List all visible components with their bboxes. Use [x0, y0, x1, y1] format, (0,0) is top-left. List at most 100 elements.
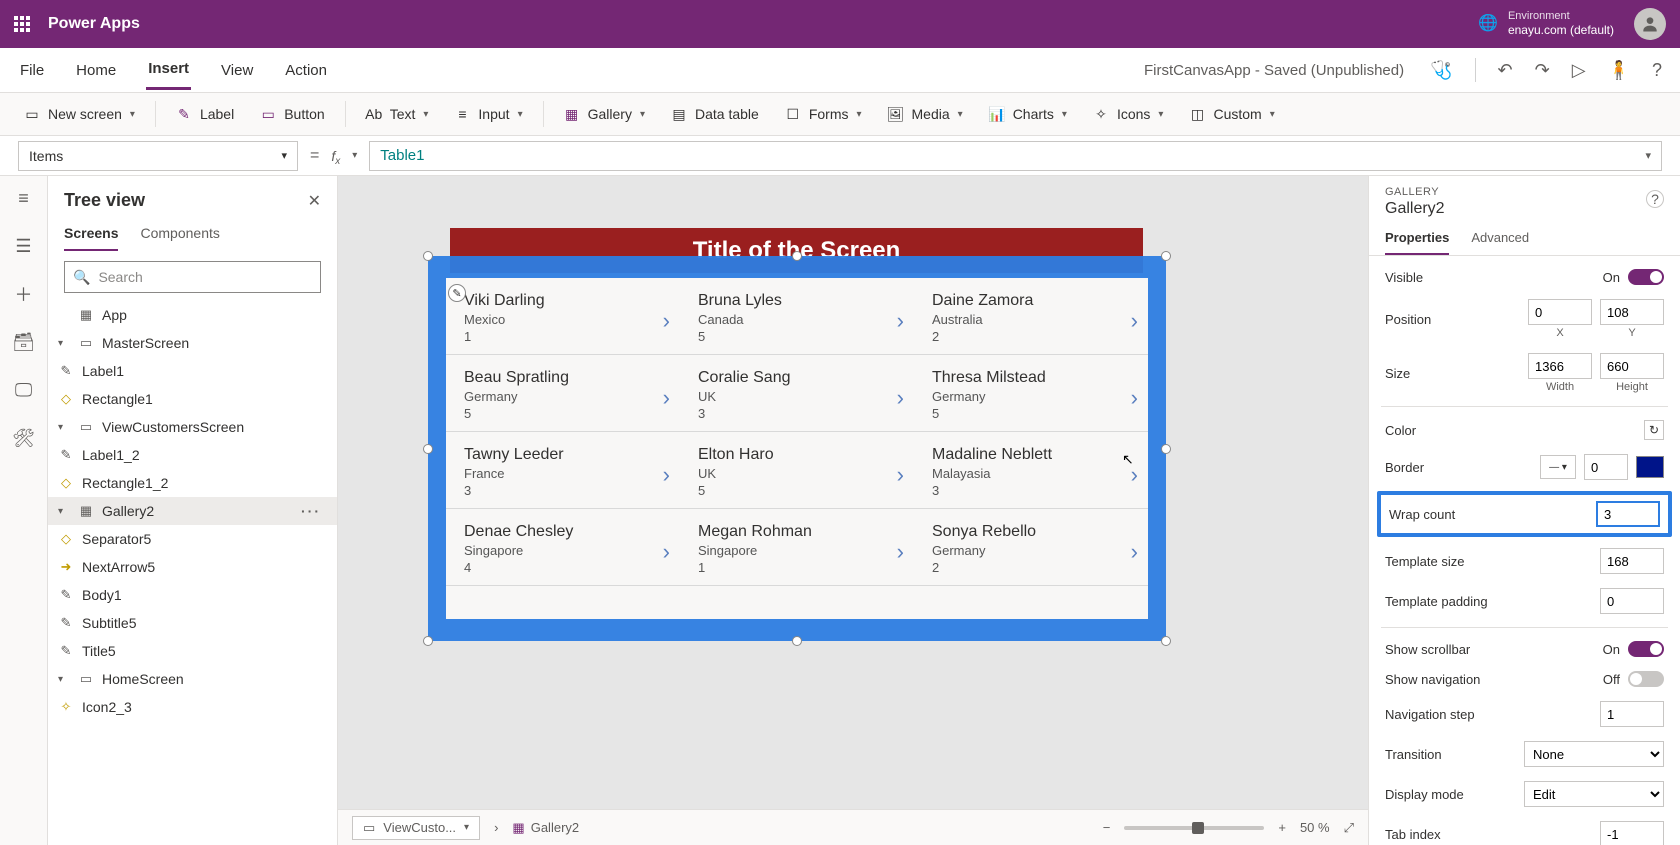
gallery2-control[interactable]: Viki DarlingMexico1›✎Bruna LylesCanada5›…	[446, 278, 1148, 619]
tree-node-app[interactable]: ▦App	[48, 301, 337, 329]
breadcrumb-screen[interactable]: ▭ ViewCusto... ▾	[352, 816, 480, 840]
help-icon[interactable]: ?	[1652, 60, 1662, 81]
menu-file[interactable]: File	[18, 52, 46, 89]
app-launcher-icon[interactable]	[14, 16, 30, 32]
tree-node-title5[interactable]: ✎Title5	[48, 637, 337, 665]
gallery-item[interactable]: Denae ChesleySingapore4›	[446, 509, 680, 586]
chevron-down-icon[interactable]: ▾	[352, 150, 357, 161]
breadcrumb-selection[interactable]: Gallery2	[531, 820, 579, 835]
next-arrow-icon[interactable]: ›	[897, 539, 904, 565]
charts-menu[interactable]: 📊Charts▾	[983, 102, 1073, 126]
next-arrow-icon[interactable]: ›	[897, 462, 904, 488]
width-input[interactable]	[1528, 353, 1592, 379]
text-menu[interactable]: AbText▾	[360, 102, 435, 126]
gallery-item[interactable]: Thresa MilsteadGermany5›	[914, 355, 1148, 432]
template-padding-input[interactable]	[1600, 588, 1664, 614]
next-arrow-icon[interactable]: ›	[1131, 539, 1138, 565]
formula-input[interactable]: Table1 ▾	[369, 141, 1662, 171]
display-mode-select[interactable]: Edit	[1524, 781, 1664, 807]
tree-node-body1[interactable]: ✎Body1	[48, 581, 337, 609]
gallery-item[interactable]: Daine ZamoraAustralia2›	[914, 278, 1148, 355]
hamburger-icon[interactable]: ≡	[10, 184, 38, 212]
data-table-button[interactable]: ▤Data table	[665, 102, 765, 126]
resize-handle[interactable]	[792, 636, 802, 646]
next-arrow-icon[interactable]: ›	[663, 462, 670, 488]
resize-handle[interactable]	[792, 251, 802, 261]
tree-node-masterscreen[interactable]: ▾▭MasterScreen	[48, 329, 337, 357]
menu-insert[interactable]: Insert	[146, 50, 191, 90]
property-selector[interactable]: Items ▾	[18, 141, 298, 171]
resize-handle[interactable]	[423, 251, 433, 261]
tree-view-icon[interactable]: ☰	[10, 232, 38, 260]
tab-advanced[interactable]: Advanced	[1471, 222, 1529, 255]
border-width-input[interactable]	[1584, 454, 1628, 480]
more-icon[interactable]: ···	[301, 503, 327, 519]
visible-toggle[interactable]	[1628, 269, 1664, 285]
tree-node-viewcustomers[interactable]: ▾▭ViewCustomersScreen	[48, 413, 337, 441]
resize-handle[interactable]	[423, 636, 433, 646]
tree-node-rectangle1[interactable]: ◇Rectangle1	[48, 385, 337, 413]
gallery-item[interactable]: Madaline NeblettMalayasia3›	[914, 432, 1148, 509]
resize-handle[interactable]	[1161, 251, 1171, 261]
tree-node-subtitle5[interactable]: ✎Subtitle5	[48, 609, 337, 637]
redo-icon[interactable]: ↷	[1535, 60, 1550, 81]
button-button[interactable]: ▭Button	[254, 102, 330, 126]
tab-screens[interactable]: Screens	[64, 217, 118, 251]
gallery-item[interactable]: Elton HaroUK5›	[680, 432, 914, 509]
height-input[interactable]	[1600, 353, 1664, 379]
next-arrow-icon[interactable]: ›	[1131, 385, 1138, 411]
tree-node-rectangle1-2[interactable]: ◇Rectangle1_2	[48, 469, 337, 497]
resize-handle[interactable]	[1161, 636, 1171, 646]
add-icon[interactable]: ＋	[10, 280, 38, 308]
position-x-input[interactable]	[1528, 299, 1592, 325]
chevron-down-icon[interactable]: ▾	[58, 674, 70, 685]
menu-action[interactable]: Action	[283, 52, 329, 89]
gallery-item[interactable]: Coralie SangUK3›	[680, 355, 914, 432]
next-arrow-icon[interactable]: ›	[897, 385, 904, 411]
canvas[interactable]: Title of the Screen Viki DarlingMexico1›…	[338, 176, 1368, 845]
zoom-slider[interactable]	[1124, 826, 1264, 830]
wrap-count-input[interactable]	[1596, 501, 1660, 527]
tree-node-icon2-3[interactable]: ✧Icon2_3	[48, 693, 337, 721]
play-icon[interactable]: ▷	[1572, 60, 1586, 81]
show-navigation-toggle[interactable]	[1628, 671, 1664, 687]
tab-index-input[interactable]	[1600, 821, 1664, 845]
tree-node-label1-2[interactable]: ✎Label1_2	[48, 441, 337, 469]
next-arrow-icon[interactable]: ›	[663, 308, 670, 334]
user-avatar[interactable]	[1634, 8, 1666, 40]
share-icon[interactable]: 🧍	[1608, 60, 1630, 81]
next-arrow-icon[interactable]: ›	[663, 385, 670, 411]
transition-select[interactable]: None	[1524, 741, 1664, 767]
fit-screen-icon[interactable]: ⤢	[1344, 820, 1354, 836]
position-y-input[interactable]	[1600, 299, 1664, 325]
zoom-in-icon[interactable]: +	[1278, 820, 1286, 835]
tree-node-nextarrow5[interactable]: ➜NextArrow5	[48, 553, 337, 581]
chevron-down-icon[interactable]: ▾	[58, 338, 70, 349]
tree-node-gallery2[interactable]: ▾▦Gallery2···	[48, 497, 337, 525]
media-rail-icon[interactable]: 🖵	[10, 376, 38, 404]
undo-icon[interactable]: ↶	[1498, 60, 1513, 81]
chevron-down-icon[interactable]: ▾	[58, 422, 70, 433]
fx-icon[interactable]: fx	[331, 148, 340, 164]
menu-home[interactable]: Home	[74, 52, 118, 89]
app-checker-icon[interactable]: 🩺	[1430, 60, 1452, 81]
new-screen-button[interactable]: ▭New screen▾	[18, 102, 141, 126]
search-input[interactable]: 🔍 Search	[64, 261, 321, 293]
gallery-item[interactable]: Sonya RebelloGermany2›	[914, 509, 1148, 586]
next-arrow-icon[interactable]: ›	[663, 539, 670, 565]
show-scrollbar-toggle[interactable]	[1628, 641, 1664, 657]
next-arrow-icon[interactable]: ›	[897, 308, 904, 334]
chevron-down-icon[interactable]: ▾	[1645, 149, 1651, 162]
help-icon[interactable]: ?	[1646, 190, 1664, 208]
media-menu[interactable]: 🖼Media▾	[882, 102, 969, 126]
menu-view[interactable]: View	[219, 52, 255, 89]
label-button[interactable]: ✎Label	[170, 102, 240, 126]
border-style-picker[interactable]: — ▾	[1540, 455, 1576, 479]
navigation-step-input[interactable]	[1600, 701, 1664, 727]
advanced-tools-icon[interactable]: 🛠	[10, 424, 38, 452]
resize-handle[interactable]	[1161, 444, 1171, 454]
zoom-out-icon[interactable]: −	[1103, 820, 1111, 835]
chevron-down-icon[interactable]: ▾	[58, 506, 70, 517]
input-menu[interactable]: ≡Input▾	[448, 102, 528, 126]
border-color-swatch[interactable]	[1636, 456, 1664, 478]
